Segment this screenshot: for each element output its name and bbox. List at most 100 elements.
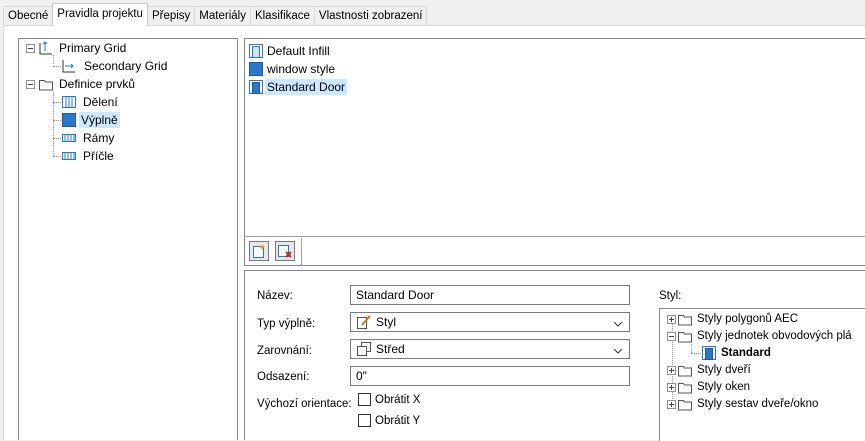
style-tree-label: Styly dveří (697, 364, 751, 376)
tree-connector (53, 66, 61, 67)
offset-label: Odsazení: (257, 371, 310, 383)
tree-connector (53, 156, 61, 157)
tab-materialy[interactable]: Materiály (194, 6, 251, 26)
tree-item-secondary-grid[interactable]: Secondary Grid (61, 57, 169, 75)
style-tree-item[interactable]: Styly polygonů AEC (667, 310, 800, 328)
tree-connector (691, 353, 701, 354)
style-tree-label: Styly polygonů AEC (697, 313, 799, 325)
tree-item-ramy[interactable]: Rámy (61, 129, 116, 147)
name-label: Název: (257, 290, 293, 302)
tree-item-deleni[interactable]: Dělení (61, 93, 120, 111)
name-field[interactable]: Standard Door (350, 285, 630, 305)
infill-list-panel[interactable]: Default Infill window style Standard Doo… (244, 38, 865, 266)
tree-item-label: Výplně (79, 112, 120, 128)
tree-connector (53, 120, 61, 121)
tree-item-definice[interactable]: Definice prvků (26, 75, 137, 93)
flip-y-checkbox[interactable]: Obrátit Y (358, 414, 420, 427)
expand-icon[interactable] (667, 365, 676, 375)
checkbox-box[interactable] (358, 393, 371, 406)
grid-icon (61, 58, 77, 74)
tree-item-label: Definice prvků (59, 77, 136, 91)
delete-icon (277, 243, 293, 262)
tree-item-label: Secondary Grid (84, 59, 168, 73)
list-item-label: Default Infill (267, 44, 330, 58)
door-style-icon (248, 43, 264, 59)
brush-icon (356, 314, 372, 330)
checkbox-box[interactable] (358, 414, 371, 427)
infill-properties-panel: Název: Standard Door Typ výplně: Styl Za… (244, 270, 865, 441)
name-value: Standard Door (356, 288, 435, 302)
alignment-icon (356, 341, 372, 357)
tree-item-label: Dělení (83, 95, 118, 109)
style-tree-item[interactable]: Styly jednotek obvodových plá (667, 327, 854, 345)
list-item-label: window style (267, 62, 336, 76)
infill-type-select[interactable]: Styl (350, 312, 630, 332)
alignment-label: Zarovnání: (257, 345, 312, 357)
style-tree-item[interactable]: Styly sestav dveře/okno (667, 395, 820, 413)
list-item[interactable]: Default Infill (248, 42, 332, 60)
tab-pravidla-projektu[interactable]: Pravidla projektu (52, 3, 148, 26)
style-tree-item[interactable]: Styly oken (667, 378, 752, 396)
tab-vlastnosti-zobrazeni[interactable]: Vlastnosti zobrazení (313, 6, 428, 26)
curtain-wall-unit-icon (701, 345, 717, 361)
delete-infill-button[interactable] (275, 241, 295, 261)
toolbar-separator (301, 238, 302, 266)
offset-field[interactable]: 0" (350, 366, 630, 386)
expand-icon[interactable] (667, 314, 676, 324)
element-tree-panel[interactable]: Primary Grid Secondary Grid Definice prv… (18, 38, 238, 440)
flip-x-label: Obrátit X (375, 393, 421, 406)
chevron-down-icon (613, 316, 623, 327)
style-tree[interactable]: Styly polygonů AEC Styly jednotek obvodo… (659, 308, 865, 441)
expand-icon[interactable] (667, 399, 676, 409)
folder-icon (38, 76, 54, 92)
flip-x-checkbox[interactable]: Obrátit X (358, 393, 420, 406)
folder-icon (677, 311, 693, 327)
tree-item-pricle[interactable]: Příčle (61, 147, 116, 165)
tab-klasifikace[interactable]: Klasifikace (249, 6, 315, 26)
grid-icon (38, 40, 54, 56)
add-icon (251, 243, 267, 262)
tab-prepisy[interactable]: Přepisy (146, 6, 196, 26)
door-style-icon (248, 79, 264, 95)
collapse-icon[interactable] (26, 43, 35, 53)
add-infill-button[interactable] (249, 241, 269, 261)
infill-icon (61, 112, 77, 128)
tree-item-label: Příčle (83, 149, 114, 163)
alignment-select[interactable]: Střed (350, 339, 630, 359)
style-tree-label: Styly sestav dveře/okno (697, 398, 819, 410)
infill-type-value: Styl (376, 315, 397, 329)
division-icon (61, 94, 77, 110)
tree-connector (53, 138, 61, 139)
style-tree-item-selected[interactable]: Standard (701, 344, 773, 362)
folder-icon (677, 362, 693, 378)
tree-item-label: Rámy (83, 131, 115, 145)
list-item-label: Standard Door (265, 79, 348, 95)
tree-item-label: Primary Grid (59, 41, 127, 55)
style-label: Styl: (659, 290, 682, 302)
style-tree-item[interactable]: Styly dveří (667, 361, 753, 379)
folder-icon (677, 328, 693, 344)
style-tree-label: Styly jednotek obvodových plá (697, 330, 852, 342)
folder-icon (677, 379, 693, 395)
tab-strip: Obecné Pravidla projektu Přepisy Materiá… (3, 3, 428, 26)
tree-item-vyplne[interactable]: Výplně (61, 111, 120, 129)
list-toolbar-divider (245, 236, 865, 237)
expand-icon[interactable] (667, 382, 676, 392)
mullion-icon (61, 148, 77, 164)
default-orientation-label: Výchozí orientace: (257, 398, 352, 410)
tree-connector (53, 91, 54, 156)
flip-y-label: Obrátit Y (375, 414, 421, 427)
offset-value: 0" (356, 369, 367, 383)
chevron-down-icon (613, 343, 623, 354)
collapse-icon[interactable] (667, 331, 676, 341)
collapse-icon[interactable] (26, 79, 35, 89)
tree-item-primary-grid[interactable]: Primary Grid (26, 39, 128, 57)
tree-connector (691, 344, 692, 353)
list-item[interactable]: window style (248, 60, 337, 78)
tab-obecne[interactable]: Obecné (3, 6, 54, 26)
style-tree-label: Standard (721, 347, 771, 359)
infill-type-label: Typ výplně: (257, 318, 316, 330)
list-item[interactable]: Standard Door (248, 78, 348, 96)
tree-connector (53, 102, 61, 103)
alignment-value: Střed (376, 342, 405, 356)
